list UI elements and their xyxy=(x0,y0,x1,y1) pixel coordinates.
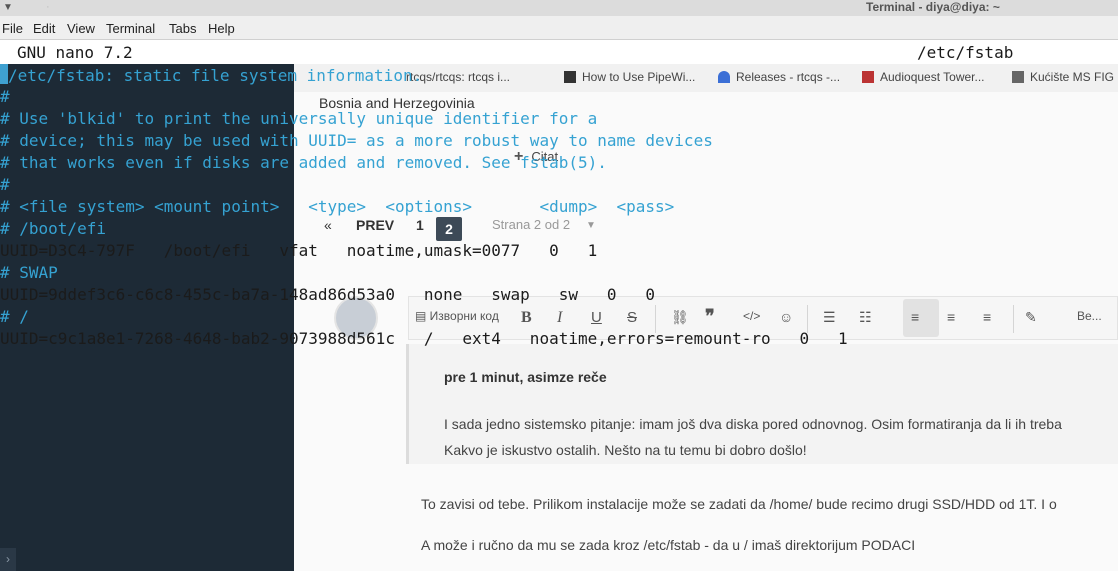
bookmark-cart-icon xyxy=(1012,71,1024,83)
pagination-chevron-down-icon[interactable]: ▼ xyxy=(586,220,596,231)
line-text: # xyxy=(0,87,10,106)
pagination-page-2[interactable]: 2 xyxy=(436,217,462,241)
nano-title-bar: GNU nano 7.2 /etc/fstab xyxy=(0,42,1118,64)
line-text: /etc/fstab: static file system informati… xyxy=(8,66,423,85)
italic-icon[interactable]: I xyxy=(557,309,562,327)
fstab-comment-line[interactable]: # Use 'blkid' to print the universally u… xyxy=(0,108,597,130)
link-icon[interactable]: ⛓ xyxy=(671,309,689,326)
post-paragraph: To zavisi od tebe. Prilikom instalacije … xyxy=(421,496,1057,512)
menu-view[interactable]: View xyxy=(67,21,95,36)
source-code-button[interactable]: ▤ Изворни код xyxy=(415,309,499,323)
fstab-comment-line[interactable]: # xyxy=(0,86,10,108)
pagination-first-icon[interactable]: « xyxy=(324,217,332,233)
line-text: UUID=9ddef3c6-c6c8-455c-ba7a-148ad86d53a… xyxy=(0,285,656,304)
background-tab: · xyxy=(46,1,50,13)
menu-help[interactable]: Help xyxy=(208,21,235,36)
line-text: # /boot/efi xyxy=(0,219,106,238)
fstab-comment-line[interactable]: # device; this may be used with UUID= as… xyxy=(0,130,713,152)
chevron-right-icon[interactable]: › xyxy=(0,548,16,571)
bookmark-releases[interactable]: Releases - rtcqs -... xyxy=(718,70,840,84)
fstab-comment-line[interactable]: # / xyxy=(0,306,29,328)
line-text: # device; this may be used with UUID= as… xyxy=(0,131,713,150)
align-center-icon[interactable]: ≡ xyxy=(947,309,955,325)
source-icon: ▤ xyxy=(415,309,430,323)
line-text: # <file system> <mount point> <type> <op… xyxy=(0,197,675,216)
strikethrough-icon[interactable]: S xyxy=(627,309,637,326)
bullet-list-icon[interactable]: ☰ xyxy=(823,309,836,326)
fstab-entry-line[interactable]: UUID=D3C4-797F /boot/efi vfat noatime,um… xyxy=(0,240,597,262)
align-right-icon[interactable]: ≡ xyxy=(983,309,991,325)
line-text: # SWAP xyxy=(0,263,58,282)
menu-terminal[interactable]: Terminal xyxy=(106,21,155,36)
window-menu-arrow-icon[interactable]: ▼ xyxy=(3,2,13,13)
bookmark-h-icon xyxy=(564,71,576,83)
fstab-comment-line[interactable]: # /boot/efi xyxy=(0,218,106,240)
nano-version: GNU nano 7.2 xyxy=(17,43,133,62)
fstab-comment-line[interactable]: # <file system> <mount point> <type> <op… xyxy=(0,196,674,218)
nano-filename: /etc/fstab xyxy=(917,43,1014,62)
line-text: # Use 'blkid' to print the universally u… xyxy=(0,109,598,128)
bookmark-kuciste[interactable]: Kućište MS FIG xyxy=(1012,70,1114,84)
menu-tabs[interactable]: Tabs xyxy=(169,21,196,36)
fstab-comment-line[interactable]: # xyxy=(0,174,10,196)
paragraph-style-dropdown[interactable]: Ве... xyxy=(1077,309,1102,323)
quote-block: pre 1 minut, asimze reče I sada jedno si… xyxy=(406,344,1118,464)
emoji-icon[interactable]: ☺ xyxy=(779,309,793,325)
quote-author: pre 1 minut, asimze reče xyxy=(444,369,607,385)
fstab-entry-line[interactable]: UUID=c9c1a8e1-7268-4648-bab2-9073988d561… xyxy=(0,328,848,350)
menu-file[interactable]: File xyxy=(2,21,23,36)
fstab-comment-line[interactable]: # that works even if disks are added and… xyxy=(0,152,607,174)
pagination-page-1[interactable]: 1 xyxy=(416,217,424,233)
bookmark-kp-icon xyxy=(862,71,874,83)
quote-icon[interactable]: ❞ xyxy=(705,306,715,327)
line-text: UUID=c9c1a8e1-7268-4648-bab2-9073988d561… xyxy=(0,329,848,348)
menu-edit[interactable]: Edit xyxy=(33,21,55,36)
window-top-strip: ▼ · Terminal - diya@diya: ~ xyxy=(0,0,1118,16)
fstab-entry-line[interactable]: UUID=9ddef3c6-c6c8-455c-ba7a-148ad86d53a… xyxy=(0,284,655,306)
numbered-list-icon[interactable]: ☷ xyxy=(859,309,872,326)
bookmark-arc-icon xyxy=(718,71,730,83)
bookmark-pipewire[interactable]: How to Use PipeWi... xyxy=(564,70,695,84)
fstab-comment-line[interactable]: /etc/fstab: static file system informati… xyxy=(0,64,422,86)
text-cursor xyxy=(0,64,8,84)
line-text: # that works even if disks are added and… xyxy=(0,153,607,172)
align-left-active-bg xyxy=(903,299,939,337)
quote-text-line: I sada jedno sistemsko pitanje: imam još… xyxy=(444,416,1062,432)
quote-text-line: Kakvo je iskustvo ostalih. Nešto na tu t… xyxy=(444,442,807,458)
brush-icon[interactable]: ✎ xyxy=(1025,309,1037,326)
bookmark-audioquest[interactable]: Audioquest Tower... xyxy=(862,70,985,84)
post-paragraph: A može i ručno da mu se zada kroz /etc/f… xyxy=(421,537,916,553)
bold-icon[interactable]: B xyxy=(521,309,532,327)
pagination-prev[interactable]: PREV xyxy=(356,217,394,233)
toolbar-separator xyxy=(1013,305,1014,333)
code-icon[interactable]: </> xyxy=(743,309,760,323)
window-title: Terminal - diya@diya: ~ xyxy=(866,0,1000,14)
line-text: UUID=D3C4-797F /boot/efi vfat noatime,um… xyxy=(0,241,598,260)
line-text: # / xyxy=(0,307,29,326)
underline-icon[interactable]: U xyxy=(591,309,602,326)
terminal-menubar: File Edit View Terminal Tabs Help xyxy=(0,16,1118,40)
line-text: # xyxy=(0,175,10,194)
pagination-info[interactable]: Strana 2 od 2 xyxy=(492,217,570,232)
fstab-comment-line[interactable]: # SWAP xyxy=(0,262,58,284)
align-left-icon[interactable]: ≡ xyxy=(911,309,919,325)
